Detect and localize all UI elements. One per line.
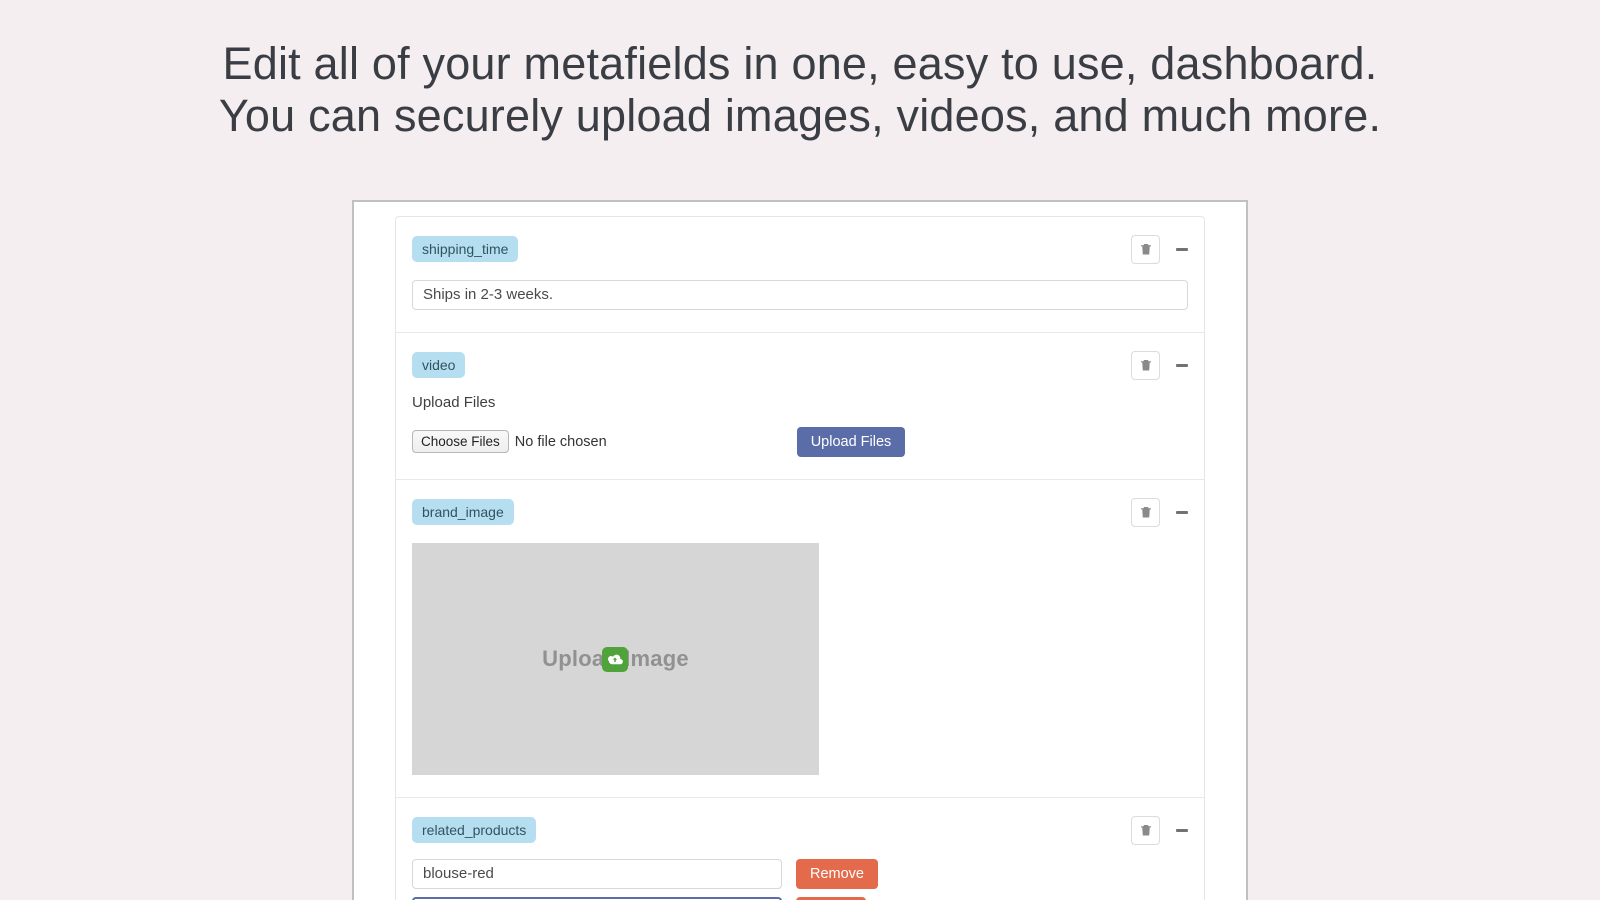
metafield-card-related-products: related_products Remove <box>396 798 1204 900</box>
remove-button-partial[interactable] <box>796 897 866 900</box>
upload-files-label: Upload Files <box>412 394 1188 411</box>
upload-cloud-icon <box>602 647 628 672</box>
delete-button[interactable] <box>1131 816 1160 845</box>
hero-line-2: You can securely upload images, videos, … <box>219 90 1381 141</box>
metafield-value-input[interactable] <box>412 280 1188 310</box>
no-file-chosen-text: No file chosen <box>515 434 607 450</box>
metafield-tag: video <box>412 352 465 378</box>
trash-icon <box>1139 242 1153 256</box>
related-product-input-focused[interactable] <box>412 897 782 900</box>
trash-icon <box>1139 505 1153 519</box>
image-dropzone[interactable]: Upload Image <box>412 543 819 775</box>
collapse-button[interactable] <box>1176 248 1188 251</box>
card-actions <box>1131 816 1188 845</box>
metafield-card-brand-image: brand_image Upload Image <box>396 480 1204 798</box>
card-actions <box>1131 351 1188 380</box>
delete-button[interactable] <box>1131 498 1160 527</box>
metafield-card-video: video Upload Files Choose Files No file … <box>396 333 1204 480</box>
delete-button[interactable] <box>1131 235 1160 264</box>
related-product-input[interactable] <box>412 859 782 889</box>
metafield-tag: brand_image <box>412 499 514 525</box>
remove-button[interactable]: Remove <box>796 859 878 889</box>
choose-files-button[interactable]: Choose Files <box>412 430 509 453</box>
hero-line-1: Edit all of your metafields in one, easy… <box>223 38 1378 89</box>
metafield-card-shipping-time: shipping_time <box>396 217 1204 333</box>
card-actions <box>1131 235 1188 264</box>
metafields-list: shipping_time video <box>395 216 1205 900</box>
card-actions <box>1131 498 1188 527</box>
collapse-button[interactable] <box>1176 511 1188 514</box>
metafield-tag: shipping_time <box>412 236 518 262</box>
file-picker: Choose Files No file chosen <box>412 430 607 453</box>
metafield-tag: related_products <box>412 817 536 843</box>
trash-icon <box>1139 358 1153 372</box>
delete-button[interactable] <box>1131 351 1160 380</box>
upload-files-button[interactable]: Upload Files <box>797 427 906 457</box>
trash-icon <box>1139 823 1153 837</box>
hero-heading: Edit all of your metafields in one, easy… <box>0 0 1600 162</box>
collapse-button[interactable] <box>1176 829 1188 832</box>
collapse-button[interactable] <box>1176 364 1188 367</box>
dashboard-panel: shipping_time video <box>352 200 1248 900</box>
